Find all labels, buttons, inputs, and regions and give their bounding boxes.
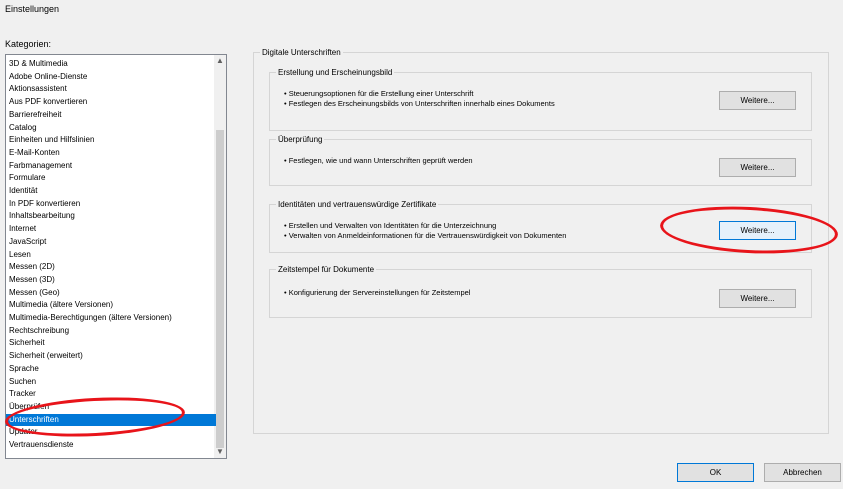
bullet-text: • Steuerungsoptionen für die Erstellung …: [284, 89, 474, 98]
more-button-verification[interactable]: Weitere...: [719, 158, 796, 177]
scrollbar-thumb[interactable]: [216, 130, 224, 448]
category-item[interactable]: Adobe Online-Dienste: [6, 71, 216, 84]
more-button-creation[interactable]: Weitere...: [719, 91, 796, 110]
section-verification: Überprüfung • Festlegen, wie und wann Un…: [269, 134, 812, 186]
category-item[interactable]: Messen (Geo): [6, 287, 216, 300]
category-item[interactable]: Internet: [6, 223, 216, 236]
bullet-text: • Festlegen des Erscheinungsbilds von Un…: [284, 99, 555, 108]
category-item[interactable]: Suchen: [6, 376, 216, 389]
bullet-text: • Erstellen und Verwalten von Identitäte…: [284, 221, 497, 230]
category-item[interactable]: Inhaltsbearbeitung: [6, 210, 216, 223]
cancel-button[interactable]: Abbrechen: [764, 463, 841, 482]
category-item[interactable]: Messen (2D): [6, 261, 216, 274]
section-title: Überprüfung: [276, 134, 325, 145]
category-item[interactable]: Catalog: [6, 122, 216, 135]
categories-label: Kategorien:: [5, 39, 52, 49]
section-title: Erstellung und Erscheinungsbild: [276, 67, 395, 78]
category-item[interactable]: Aus PDF konvertieren: [6, 96, 216, 109]
category-item[interactable]: Identität: [6, 185, 216, 198]
category-item[interactable]: Sprache: [6, 363, 216, 376]
category-item[interactable]: Aktionsassistent: [6, 83, 216, 96]
category-item[interactable]: E-Mail-Konten: [6, 147, 216, 160]
category-item[interactable]: Multimedia (ältere Versionen): [6, 299, 216, 312]
ok-button[interactable]: OK: [677, 463, 754, 482]
category-item[interactable]: Barrierefreiheit: [6, 109, 216, 122]
category-item[interactable]: Formulare: [6, 172, 216, 185]
category-item[interactable]: 3D & Multimedia: [6, 58, 216, 71]
category-item[interactable]: Sicherheit (erweitert): [6, 350, 216, 363]
section-timestamps: Zeitstempel für Dokumente • Konfigurieru…: [269, 264, 812, 318]
more-button-timestamps[interactable]: Weitere...: [719, 289, 796, 308]
category-item[interactable]: In PDF konvertieren: [6, 198, 216, 211]
bullet-text: • Verwalten von Anmeldeinformationen für…: [284, 231, 567, 240]
section-title: Zeitstempel für Dokumente: [276, 264, 377, 275]
window-title: Einstellungen: [5, 4, 60, 14]
category-item[interactable]: Vertrauensdienste: [6, 439, 216, 452]
category-item[interactable]: JavaScript: [6, 236, 216, 249]
category-item[interactable]: Rechtschreibung: [6, 325, 216, 338]
category-item[interactable]: Farbmanagement: [6, 160, 216, 173]
section-title: Identitäten und vertrauenswürdige Zertif…: [276, 199, 439, 210]
digital-signatures-title: Digitale Unterschriften: [260, 47, 343, 58]
category-item[interactable]: Lesen: [6, 249, 216, 262]
category-item[interactable]: Multimedia-Berechtigungen (ältere Versio…: [6, 312, 216, 325]
section-creation-appearance: Erstellung und Erscheinungsbild • Steuer…: [269, 67, 812, 131]
bullet-text: • Konfigurierung der Servereinstellungen…: [284, 288, 471, 297]
preferences-dialog: Einstellungen Kategorien: ▲ ▼ 3D & Multi…: [0, 0, 843, 489]
category-item[interactable]: Sicherheit: [6, 337, 216, 350]
category-item[interactable]: Messen (3D): [6, 274, 216, 287]
bullet-text: • Festlegen, wie und wann Unterschriften…: [284, 156, 473, 165]
category-item[interactable]: Einheiten und Hilfslinien: [6, 134, 216, 147]
